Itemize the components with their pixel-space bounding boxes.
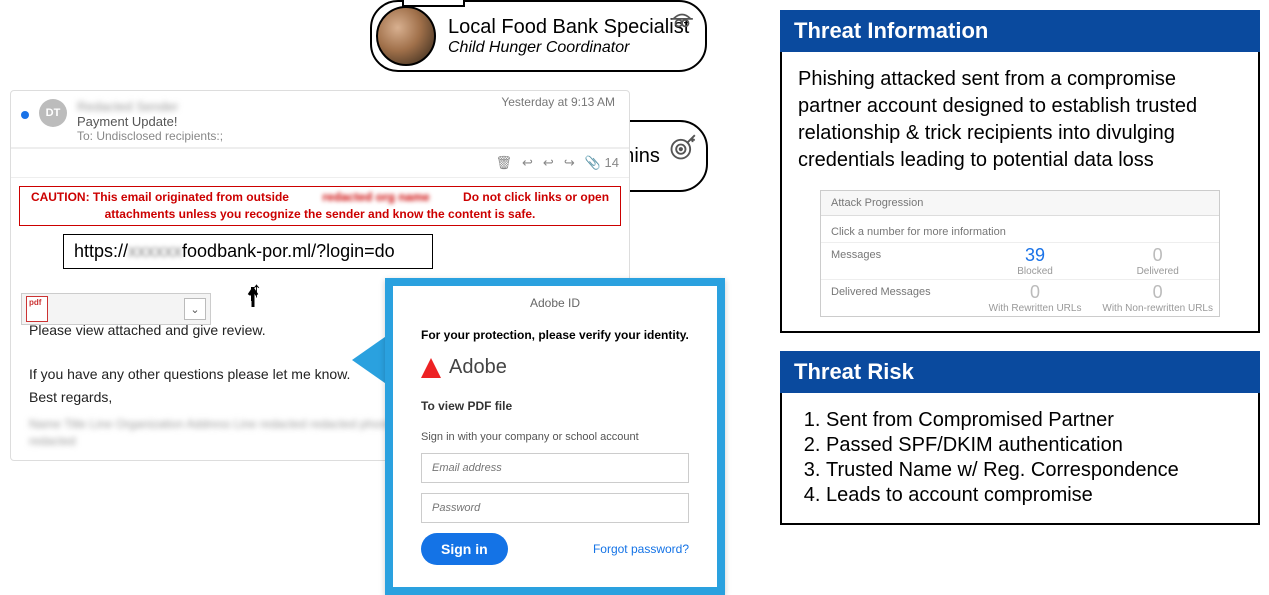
prog-row1-label: Messages [821, 243, 974, 279]
prog-messages-delivered[interactable]: 0 [1102, 245, 1213, 266]
attack-progression-title: Attack Progression [821, 191, 1219, 216]
attack-progression-box: Attack Progression Click a number for mo… [820, 190, 1220, 317]
from-line1: Local Food Bank Specialist [448, 16, 689, 39]
email-to-line: To: Undisclosed recipients:; [77, 129, 223, 143]
unread-dot-icon [21, 111, 29, 119]
phishing-url: https://xxxxxxfoodbank-por.ml/?login=do [63, 234, 433, 269]
prog-messages-blocked[interactable]: 39 [980, 245, 1091, 266]
signin-button[interactable]: Sign in [421, 533, 508, 565]
list-item: Leads to account compromise [826, 484, 1242, 507]
adobe-logo: Adobe [421, 356, 689, 379]
adobe-login-card: Adobe ID For your protection, please ver… [385, 278, 725, 595]
trash-icon[interactable]: 🗑 [496, 155, 513, 171]
threat-info-title: Threat Information [780, 10, 1260, 52]
prog-rewritten-urls[interactable]: 0 [980, 282, 1091, 303]
forgot-password-link[interactable]: Forgot password? [593, 542, 689, 556]
threat-risk-title: Threat Risk [780, 351, 1260, 393]
list-item: Trusted Name w/ Reg. Correspondence [826, 459, 1242, 482]
sender-initials: DT [39, 99, 67, 127]
forward-icon[interactable]: ↪ [564, 155, 575, 171]
adobe-protect-text: For your protection, please verify your … [421, 328, 689, 342]
spy-icon [669, 8, 695, 37]
reply-all-icon[interactable]: ↩ [543, 155, 554, 171]
adobe-header: Adobe ID [393, 296, 717, 310]
prog-row2-label: Delivered Messages [821, 280, 974, 316]
pdf-icon [26, 296, 48, 322]
from-label: From: [402, 0, 465, 7]
pdf-attachment-chip[interactable]: ⌄ [21, 293, 211, 325]
email-toolbar: 🗑 ↩ ↩ ↪ 📎 14 [11, 148, 629, 178]
email-subject: Payment Update! [77, 114, 223, 129]
from-line2: Child Hunger Coordinator [448, 39, 689, 57]
adobe-a-icon [421, 358, 441, 378]
caution-banner: CAUTION: This email originated from outs… [19, 186, 621, 226]
prog-nonrewritten-urls[interactable]: 0 [1102, 282, 1213, 303]
password-field[interactable] [421, 493, 689, 523]
threat-info-desc: Phishing attacked sent from a compromise… [798, 66, 1242, 174]
list-item: Passed SPF/DKIM authentication [826, 434, 1242, 457]
attachment-count[interactable]: 📎 14 [585, 155, 619, 171]
from-callout: From: Local Food Bank Specialist Child H… [370, 0, 707, 72]
chevron-down-icon[interactable]: ⌄ [184, 298, 206, 320]
threat-risk-block: Threat Risk Sent from Compromised Partne… [780, 351, 1260, 525]
sender-name-redacted: Redacted Sender [77, 99, 223, 114]
threat-risk-list: Sent from Compromised Partner Passed SPF… [798, 409, 1242, 507]
email-field[interactable] [421, 453, 689, 483]
adobe-hint: Sign in with your company or school acco… [421, 431, 689, 443]
reply-icon[interactable]: ↩ [522, 155, 533, 171]
sender-avatar [376, 6, 436, 66]
target-icon [668, 134, 696, 165]
email-timestamp: Yesterday at 9:13 AM [501, 95, 615, 109]
list-item: Sent from Compromised Partner [826, 409, 1242, 432]
adobe-subheading: To view PDF file [421, 399, 689, 413]
arrow-icon: ↑ [241, 273, 281, 319]
attack-progression-hint: Click a number for more information [821, 216, 1219, 242]
threat-information-block: Threat Information Phishing attacked sen… [780, 10, 1260, 333]
